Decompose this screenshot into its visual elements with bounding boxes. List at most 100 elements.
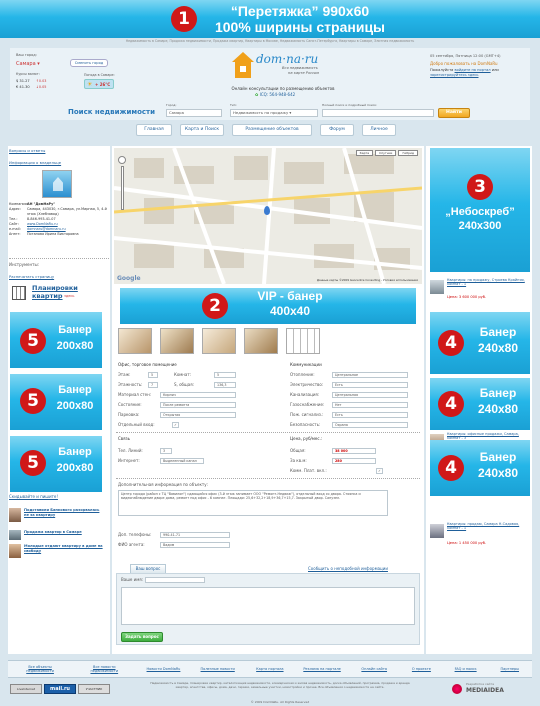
login-prefix: Пожалуйста [430,68,454,72]
counter-badge[interactable]: LiveInternet [10,684,42,694]
footer-link[interactable]: Все объекты недвижимости [15,665,65,673]
logo[interactable]: dom·na·ru Вся недвижимость на карте Росс… [232,50,342,84]
listing-photo [430,280,444,294]
vip-banner[interactable]: 2 VIP - банер 400x40 [120,288,416,324]
banner-label: 240x80 [477,466,519,480]
right-ad-banner[interactable]: 4 Банер 240x80 [430,312,530,374]
report-link[interactable]: Сообщить о неподобной информации [308,566,388,571]
map-type-tabs: Карта Спутник Гибрид [355,150,418,156]
footer-link[interactable]: Онлайн сайта [356,667,392,671]
usd-delta: ↑0.03 [36,79,47,83]
left-ad-banner[interactable]: 5 Банер 200x80 [10,374,102,430]
news-item[interactable]: Продажа квартир в Самаре [9,530,110,542]
footer-link[interactable]: Карта портала [252,667,288,671]
search-detail-label: Полный поиск и подробный поиск: [322,103,378,107]
photo-thumbnail[interactable] [202,328,236,354]
icq-number: ICQ: 564-948-642 [259,92,296,97]
news-text: Молодые отдают квартиру в доме на свобод… [24,544,103,553]
agent-label: Агент: [9,232,21,236]
footer-link[interactable]: О проекте [406,667,436,671]
change-city-button[interactable]: Сменить город [70,59,108,67]
footer-link[interactable]: Полезные новости [198,667,238,671]
footer-link[interactable]: Партнеры [495,667,525,671]
question-name-input[interactable] [145,577,205,583]
top-banner[interactable]: 1 “Перетяжка” 990x60 100% ширины страниц… [0,0,540,38]
ad-number-badge: 4 [438,330,464,356]
map-marker-icon[interactable] [264,206,270,215]
left-ad-banner[interactable]: 5 Банер 200x80 [10,436,102,492]
plan-thumbnail[interactable] [286,328,320,354]
footer-link[interactable]: FAQ и поиск [451,667,481,671]
ad-number-badge: 4 [438,455,464,481]
map-tab-satellite[interactable]: Спутник [375,150,397,156]
icq-contact: ✿ ICQ: 564-948-642 [255,92,295,97]
news-photo [9,544,21,558]
plans-link[interactable]: Планировки квартир здесь [9,284,109,306]
banner-label: 200x80 [56,340,94,352]
photo-thumbnail[interactable] [160,328,194,354]
map-tab-map[interactable]: Карта [355,150,374,156]
company-info: Компания: АН "ДомНаРу" Адрес: Самара, 4430… [9,202,109,237]
listing-card[interactable]: Квартиры: на продажу, Строева Крайняя, к… [430,278,530,310]
listing-card[interactable]: Квартиры: продаю, Самара Н-Садовая, комн… [430,522,530,552]
zoom-slider[interactable] [120,166,124,210]
map-tab-hybrid[interactable]: Гибрид [398,150,418,156]
comm-label: Безопасность: [290,422,321,427]
detail-value: Кирпич [160,392,236,398]
header: Ваш город: Самара ▾ Сменить город Курсы … [10,48,530,104]
search-city-label: Город: [166,103,177,107]
banner-label: 240x300 [458,220,502,232]
news-item[interactable]: Подставили Банкового разорвалась не за к… [9,508,110,528]
photo-thumbnail[interactable] [118,328,152,354]
qa-link[interactable]: Вопросы и ответы [9,148,45,153]
pan-control-icon[interactable] [118,156,126,164]
banner-label: 240x80 [477,341,519,355]
search-city-input[interactable]: Самара [166,109,222,117]
news-title[interactable]: Скидывайте и пишите! [9,494,110,499]
plans-title-2: квартир [32,292,63,300]
right-ad-banner[interactable]: 4 Банер 240x80 [430,440,530,496]
object-type: Офис, торговое помещение [118,362,177,367]
footer-link[interactable]: Реклама на портале [302,667,342,671]
agent-name-label: ФИО агента: [118,542,145,547]
utilities-checkbox: ✓ [376,468,383,474]
skyscraper-banner[interactable]: 3 „Небоскреб” 240x300 [430,148,530,272]
counter-badge[interactable]: mail.ru [44,684,76,694]
footer-link[interactable]: Новости DomNaRu [143,667,183,671]
map-widget[interactable]: Карта Спутник Гибрид Google Данные карты… [114,148,422,284]
house-logo-icon [232,52,254,78]
question-tab[interactable]: Ваш вопрос [130,564,166,573]
login-link[interactable]: войдите на портал [455,68,491,72]
extra-info-label: Дополнительная информация по объекту: [118,482,208,487]
comm-label: Газоснабжение: [290,402,325,407]
register-link[interactable]: зарегистрируйтесь здесь [430,73,479,77]
search-type-select[interactable]: Недвижимость на продажу ▾ [230,109,318,117]
print-link[interactable]: Распечатать страницу [9,274,54,279]
right-ad-banner[interactable]: 4 Банер 240x80 [430,378,530,430]
counter-badge[interactable]: УЧАСТНИК [78,684,110,694]
detail-checkbox: ✓ [172,422,179,428]
submit-question-button[interactable]: Задать вопрос [121,632,163,642]
comm-value: Охрана [332,422,408,428]
nav-place-objects[interactable]: Размещение объектов [232,124,312,136]
search-find-button[interactable]: Найти [438,108,470,118]
nav-home[interactable]: Главная [136,124,172,136]
nav-personal[interactable]: Личное [362,124,396,136]
nav-map-search[interactable]: Карта и Поиск [180,124,224,136]
question-textarea[interactable] [121,587,415,625]
zoom-control[interactable] [118,156,126,216]
footer-link[interactable]: Все новости недвижимости [79,665,129,673]
detail-label: Этаж: [118,372,131,377]
search-detail-input[interactable] [322,109,434,117]
news-item[interactable]: Молодые отдают квартиру в доме на свобод… [9,544,110,564]
internet-label: Интернет: [118,458,140,463]
weather-widget: ☀ + 26°С [84,79,114,89]
comm-label: Пож. сигнализ.: [290,412,324,417]
nav-forum[interactable]: Форум [320,124,354,136]
city-select[interactable]: Самара ▾ [16,61,40,67]
photo-thumbnail[interactable] [244,328,278,354]
logo-name: dom·na·ru [256,52,319,66]
owner-link[interactable]: Информация о владельце [9,160,61,165]
developer-logo[interactable]: Разработка сайта MEDIAIDEA [452,682,532,700]
left-ad-banner[interactable]: 5 Банер 200x80 [10,312,102,368]
